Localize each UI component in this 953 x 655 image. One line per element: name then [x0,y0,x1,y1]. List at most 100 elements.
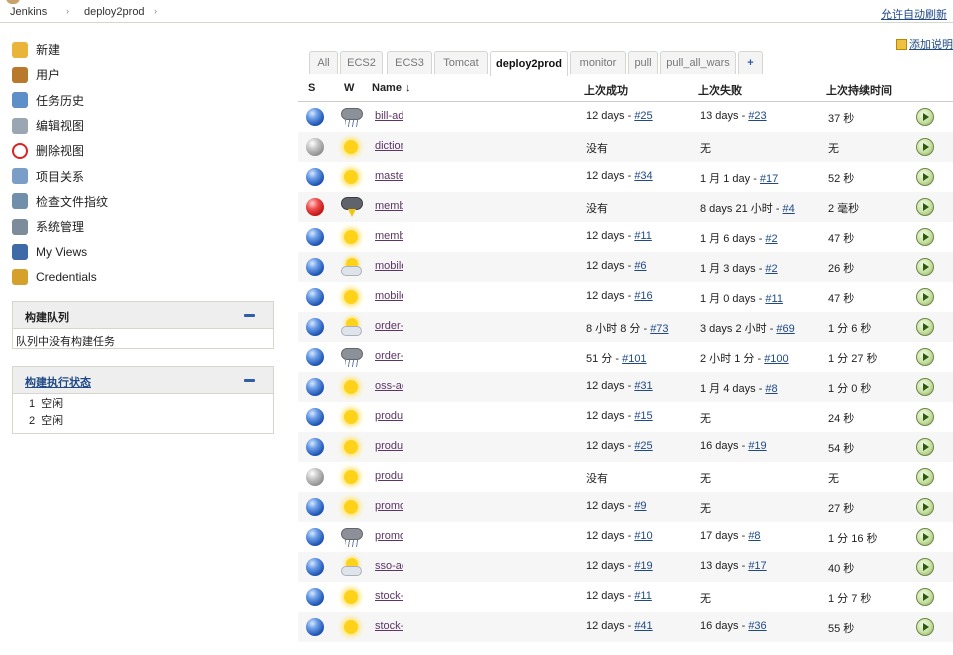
last-failure-build-link[interactable]: #4 [783,203,795,215]
job-name-link[interactable]: order-i [375,350,403,362]
schedule-build-icon[interactable] [916,408,934,426]
last-failure-build-link[interactable]: #8 [765,383,777,395]
tab-deploy2prod[interactable]: deploy2prod [490,51,568,76]
task-edit-view[interactable]: 编辑视图 [12,113,272,138]
job-name-link[interactable]: diction [375,140,403,152]
col-status[interactable]: S [308,82,315,94]
last-failure-build-link[interactable]: #17 [760,173,778,185]
job-name-link[interactable]: promo [375,530,403,542]
task-project-relationship[interactable]: 项目关系 [12,163,272,188]
schedule-build-icon[interactable] [916,258,934,276]
task-build-history[interactable]: 任务历史 [12,88,272,113]
tab-all[interactable]: All [309,51,338,74]
weather-partly-icon [341,317,363,337]
job-name-link[interactable]: mobile [375,290,403,302]
last-success-build-link[interactable]: #10 [634,530,652,542]
minimize-icon[interactable] [244,314,255,317]
tab-tomcat[interactable]: Tomcat [434,51,488,74]
tab-ecs2[interactable]: ECS2 [340,51,383,74]
job-name-link[interactable]: promo [375,500,403,512]
last-success-build-link[interactable]: #19 [634,560,652,572]
task-delete-view[interactable]: 删除视图 [12,138,272,163]
schedule-build-icon[interactable] [916,108,934,126]
schedule-build-icon[interactable] [916,138,934,156]
last-success-build-link[interactable]: #41 [634,620,652,632]
job-name-link[interactable]: mobile [375,260,403,272]
task-fingerprint[interactable]: 检查文件指纹 [12,189,272,214]
schedule-build-icon[interactable] [916,168,934,186]
job-name-link[interactable]: memb [375,200,403,212]
col-last-failure[interactable]: 上次失败 [698,82,742,98]
last-success-build-link[interactable]: #101 [622,353,646,365]
breadcrumb-deploy2prod[interactable]: deploy2prod [84,6,145,18]
last-failure-build-link[interactable]: #17 [748,560,766,572]
last-success-build-link[interactable]: #6 [634,260,646,272]
job-name-link[interactable]: oss-ac [375,380,403,392]
last-success-build-link[interactable]: #15 [634,410,652,422]
schedule-build-icon[interactable] [916,198,934,216]
last-failure-build-link[interactable]: #100 [764,353,788,365]
minimize-icon[interactable] [244,379,255,382]
add-view-tab[interactable]: + [738,51,763,74]
schedule-build-icon[interactable] [916,438,934,456]
last-success-build-link[interactable]: #25 [634,110,652,122]
task-new-item[interactable]: 新建 [12,37,272,62]
schedule-build-icon[interactable] [916,558,934,576]
status-ball-blue-icon [306,528,324,546]
last-success-build-link[interactable]: #9 [634,500,646,512]
job-name-link[interactable]: produ [375,440,403,452]
task-manage-jenkins[interactable]: 系统管理 [12,214,272,239]
schedule-build-icon[interactable] [916,528,934,546]
last-failure-build-link[interactable]: #2 [765,263,777,275]
last-success-build-link[interactable]: #11 [634,590,652,602]
schedule-build-icon[interactable] [916,288,934,306]
add-description-link[interactable]: 添加说明 [896,36,953,52]
autorefresh-link[interactable]: 允许自动刷新 [881,6,947,22]
task-my-views[interactable]: My Views [12,239,272,264]
last-success-build-link[interactable]: #34 [634,170,652,182]
last-failure-build-link[interactable]: #2 [765,233,777,245]
last-failure-build-link[interactable]: #69 [776,323,794,335]
last-success-build-link[interactable]: #11 [634,230,652,242]
job-name-link[interactable]: order- [375,320,403,332]
col-last-duration[interactable]: 上次持续时间 [826,82,892,98]
job-name-link[interactable]: bill-ad [375,110,403,122]
last-failure-build-link[interactable]: #36 [748,620,766,632]
job-name-link[interactable]: produ [375,410,403,422]
schedule-build-icon[interactable] [916,228,934,246]
task-credentials[interactable]: Credentials [12,265,272,290]
col-name[interactable]: Name ↓ [372,82,411,94]
tab-monitor[interactable]: monitor [570,51,626,74]
last-failure-build-link[interactable]: #19 [748,440,766,452]
last-success-build-link[interactable]: #31 [634,380,652,392]
last-failure-build-link[interactable]: #8 [748,530,760,542]
tab-pull[interactable]: pull [628,51,658,74]
job-name-link[interactable]: stock- [375,620,403,632]
col-weather[interactable]: W [344,82,354,94]
schedule-build-icon[interactable] [916,348,934,366]
last-failure-build-link[interactable]: #23 [748,110,766,122]
tab-pull_all_wars[interactable]: pull_all_wars [660,51,736,74]
last-failure-build-link[interactable]: #11 [765,293,783,305]
schedule-build-icon[interactable] [916,618,934,636]
last-success-build-link[interactable]: #73 [650,323,668,335]
last-success-text: 没有 [586,473,608,485]
job-name-link[interactable]: produ [375,470,403,482]
last-success-build-link[interactable]: #16 [634,290,652,302]
job-name-link[interactable]: maste [375,170,403,182]
col-last-success[interactable]: 上次成功 [584,82,628,98]
task-people[interactable]: 用户 [12,62,272,87]
tab-ecs3[interactable]: ECS3 [387,51,432,74]
schedule-build-icon[interactable] [916,468,934,486]
schedule-build-icon[interactable] [916,318,934,336]
executor-status-title[interactable]: 构建执行状态 [25,374,91,390]
last-success-build-link[interactable]: #25 [634,440,652,452]
job-name-link[interactable]: stock- [375,590,403,602]
job-name-link[interactable]: sso-ac [375,560,403,572]
schedule-build-icon[interactable] [916,498,934,516]
breadcrumb-jenkins[interactable]: Jenkins [10,6,47,18]
schedule-build-icon[interactable] [916,588,934,606]
job-name-link[interactable]: memb [375,230,403,242]
schedule-build-icon[interactable] [916,378,934,396]
last-duration: 27 秒 [828,503,855,515]
